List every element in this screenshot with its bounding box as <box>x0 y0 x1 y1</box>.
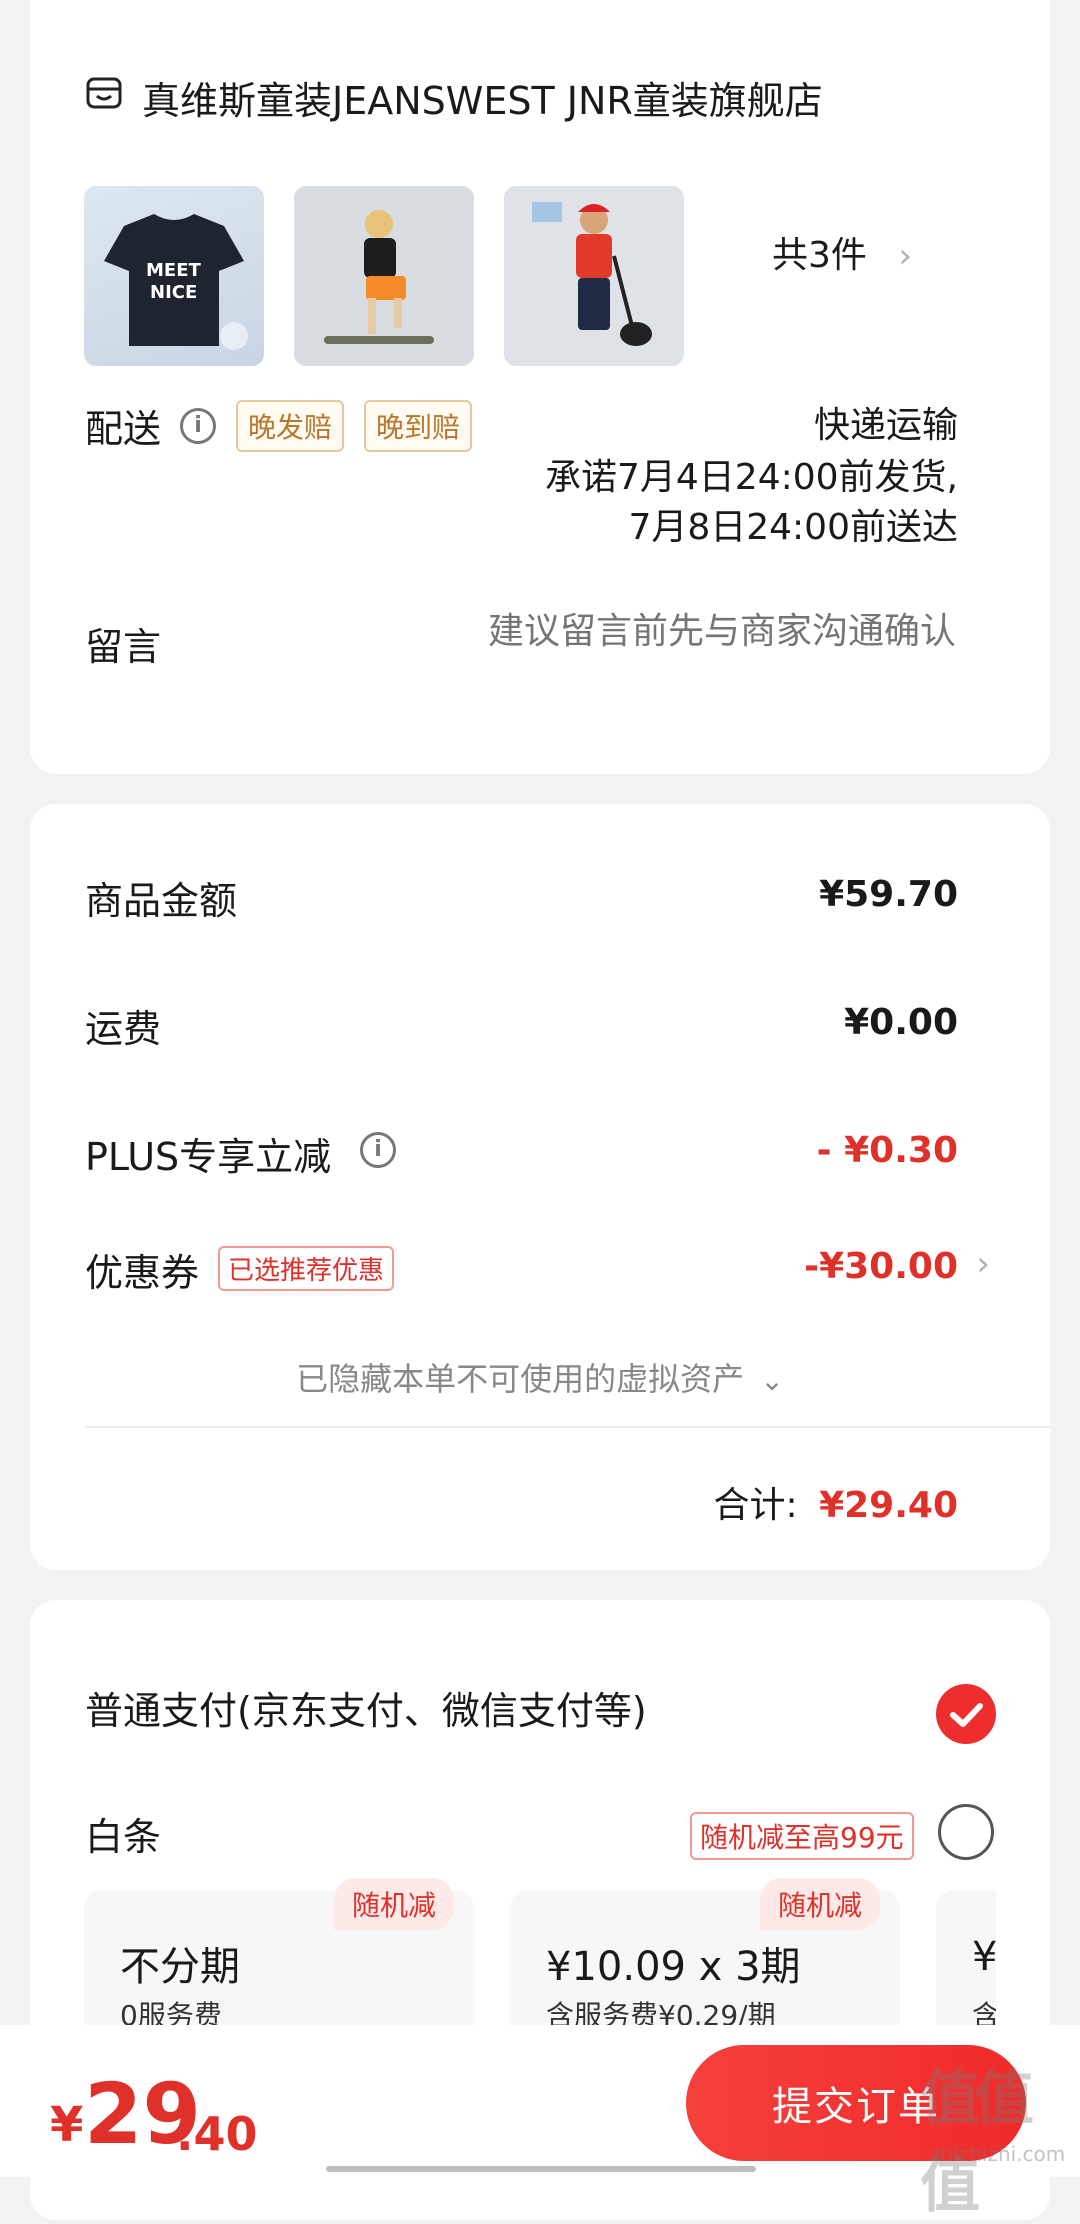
goods-amount: ¥59.70 <box>819 874 958 915</box>
coupon-selected-tag: 已选推荐优惠 <box>218 1246 395 1291</box>
chevron-right-icon: › <box>898 236 912 276</box>
shop-name[interactable]: 真维斯童装JEANSWEST JNR童装旗舰店 <box>142 70 823 125</box>
total-amount: ¥29.40 <box>819 1485 958 1526</box>
random-discount-badge: 随机减 <box>333 1878 454 1930</box>
delivery-promise-arrive: 7月8日24:00前送达 <box>628 507 958 548</box>
goods-amount-label: 商品金额 <box>85 879 238 923</box>
info-icon[interactable]: i <box>180 408 216 444</box>
home-indicator[interactable] <box>326 2166 756 2172</box>
delivery-label: 配送 <box>85 407 162 451</box>
late-arrive-tag: 晚到赔 <box>364 400 473 452</box>
product-thumbnail-2[interactable] <box>294 186 474 366</box>
late-ship-tag: 晚发赔 <box>236 400 345 452</box>
tshirt-image: MEET NICE <box>104 214 248 350</box>
price-card: 商品金额 ¥59.70 运费 ¥0.00 PLUS专享立减 i - ¥0.30 … <box>30 804 1050 1570</box>
kid-red-shirt-image <box>532 202 652 346</box>
plan-title: 不分期 <box>120 1944 240 1990</box>
product-thumbnail-3[interactable] <box>504 186 684 366</box>
watermark-logo: 值值值 <box>920 2064 1034 2221</box>
coupon-amount[interactable]: -¥30.00 <box>804 1246 958 1287</box>
hidden-assets-label: 已隐藏本单不可使用的虚拟资产 <box>296 1360 745 1398</box>
checkmark-icon[interactable] <box>936 1684 996 1744</box>
store-icon <box>86 77 122 109</box>
divider <box>85 1426 1050 1428</box>
product-thumbnail-1[interactable]: MEET NICE <box>84 186 264 366</box>
total-currency: ¥ <box>50 2097 84 2153</box>
hidden-assets-toggle[interactable]: 已隐藏本单不可使用的虚拟资产 ⌄ <box>30 1354 1050 1400</box>
svg-text:MEET: MEET <box>146 260 202 281</box>
plan-title: ¥10.09 x 3期 <box>546 1944 801 1990</box>
coupon-label: 优惠券 <box>85 1251 200 1295</box>
random-discount-badge: 随机减 <box>759 1878 880 1930</box>
item-count[interactable]: 共3件 › <box>772 226 912 278</box>
total-decimal: .40 <box>176 2107 258 2161</box>
baitiao-label[interactable]: 白条 <box>85 1806 161 1861</box>
order-total: 合计: ¥29.40 <box>713 1476 958 1528</box>
shipping-label: 运费 <box>85 1007 162 1051</box>
info-icon[interactable]: i <box>360 1132 396 1168</box>
chevron-right-icon[interactable]: › <box>976 1244 990 1284</box>
svg-text:NICE: NICE <box>150 282 197 303</box>
shop-card: 真维斯童装JEANSWEST JNR童装旗舰店 MEET NICE 共3件 › … <box>30 0 1050 774</box>
item-count-label: 共3件 <box>772 235 867 276</box>
delivery-method[interactable]: 快递运输 <box>814 396 958 448</box>
shipping-amount: ¥0.00 <box>844 1002 958 1043</box>
kid-skateboard-image <box>324 210 434 344</box>
normal-payment-label[interactable]: 普通支付(京东支付、微信支付等) <box>85 1680 647 1735</box>
total-label: 合计: <box>713 1485 798 1526</box>
plan-title: ¥ <box>972 1934 996 1980</box>
bottom-bar: ¥ 29 .40 提交订单 <box>0 2025 1080 2177</box>
chevron-down-icon: ⌄ <box>760 1364 784 1397</box>
plus-discount-label: PLUS专享立减 <box>85 1135 332 1179</box>
delivery-promise-ship: 承诺7月4日24:00前发货, <box>545 457 958 498</box>
baitiao-promo-tag: 随机减至高99元 <box>690 1812 914 1860</box>
baitiao-radio[interactable] <box>938 1804 994 1860</box>
plus-discount-amount: - ¥0.30 <box>816 1130 958 1171</box>
message-input[interactable] <box>414 610 958 653</box>
message-label: 留言 <box>85 625 162 669</box>
watermark-site: zhizhizhi.com <box>930 2142 1066 2166</box>
